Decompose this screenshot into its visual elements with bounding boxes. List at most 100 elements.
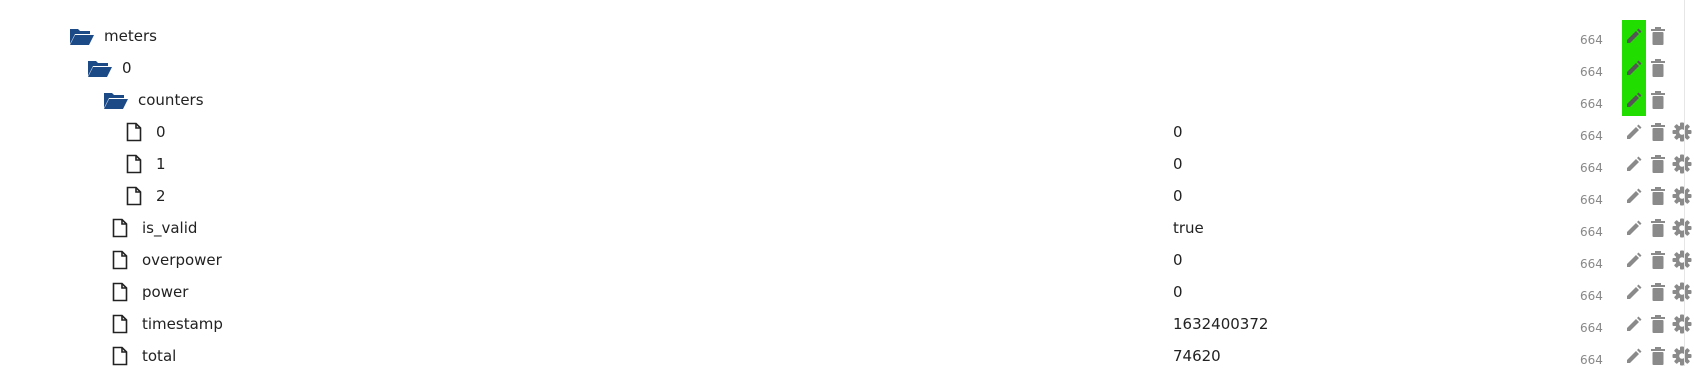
file-icon [106, 276, 134, 308]
node-value[interactable]: 0 [1173, 276, 1183, 308]
delete-button[interactable] [1646, 276, 1670, 308]
tree-node[interactable]: 0 [120, 116, 166, 148]
edit-button[interactable] [1622, 340, 1646, 372]
edit-button[interactable] [1622, 276, 1646, 308]
trash-icon [1651, 283, 1665, 301]
node-name[interactable]: counters [138, 91, 204, 109]
trash-icon [1651, 187, 1665, 205]
trash-icon [1651, 219, 1665, 237]
delete-button[interactable] [1646, 116, 1670, 148]
file-icon [120, 180, 148, 212]
edit-button[interactable] [1622, 180, 1646, 212]
node-name[interactable]: 0 [156, 123, 166, 141]
pencil-icon [1627, 284, 1642, 299]
node-value[interactable]: 0 [1173, 180, 1183, 212]
trash-icon [1651, 123, 1665, 141]
pencil-icon [1627, 156, 1642, 171]
edit-button[interactable] [1622, 148, 1646, 180]
tree-node[interactable]: total [106, 340, 176, 372]
row-actions [1622, 84, 1670, 116]
folder-open-icon[interactable] [68, 20, 96, 52]
delete-button[interactable] [1646, 244, 1670, 276]
tree-node[interactable]: power [106, 276, 188, 308]
delete-button[interactable] [1646, 340, 1670, 372]
tree-row-meters[interactable]: meters 664 [0, 20, 1695, 52]
file-icon [106, 212, 134, 244]
tree-node[interactable]: 0 [86, 52, 132, 84]
tree-row-total[interactable]: total 74620 664 [0, 340, 1695, 372]
node-name[interactable]: 1 [156, 155, 166, 173]
trash-icon [1651, 91, 1665, 109]
trash-icon [1651, 27, 1665, 45]
tree-row-power[interactable]: power 0 664 [0, 276, 1695, 308]
trash-icon [1651, 251, 1665, 269]
delete-button[interactable] [1646, 308, 1670, 340]
pencil-icon [1627, 348, 1642, 363]
file-icon [120, 148, 148, 180]
pencil-icon [1627, 316, 1642, 331]
pencil-icon [1627, 220, 1642, 235]
file-icon [106, 308, 134, 340]
pencil-icon [1627, 28, 1642, 43]
permission-label: 664 [1580, 353, 1603, 367]
pencil-icon [1627, 252, 1642, 267]
object-tree: meters 664 0 664 counters 664 0 0 664 1 … [0, 20, 1695, 372]
node-name[interactable]: meters [104, 27, 157, 45]
tree-row-counter-1[interactable]: 1 0 664 [0, 148, 1695, 180]
edit-button[interactable] [1622, 116, 1646, 148]
folder-open-icon[interactable] [86, 52, 114, 84]
pencil-icon [1627, 60, 1642, 75]
tree-row-0[interactable]: 0 664 [0, 52, 1695, 84]
tree-node[interactable]: timestamp [106, 308, 223, 340]
tree-row-overpower[interactable]: overpower 0 664 [0, 244, 1695, 276]
delete-button[interactable] [1646, 84, 1670, 116]
row-actions [1622, 20, 1670, 52]
file-icon [106, 340, 134, 372]
trash-icon [1651, 59, 1665, 77]
tree-row-counter-0[interactable]: 0 0 664 [0, 116, 1695, 148]
node-name[interactable]: total [142, 347, 176, 365]
node-value[interactable]: 0 [1173, 116, 1183, 148]
node-value[interactable]: 0 [1173, 244, 1183, 276]
node-name[interactable]: power [142, 283, 188, 301]
tree-node[interactable]: overpower [106, 244, 222, 276]
pencil-icon [1627, 92, 1642, 107]
delete-button[interactable] [1646, 20, 1670, 52]
tree-row-counters[interactable]: counters 664 [0, 84, 1695, 116]
pencil-icon [1627, 124, 1642, 139]
node-name[interactable]: timestamp [142, 315, 223, 333]
delete-button[interactable] [1646, 212, 1670, 244]
trash-icon [1651, 155, 1665, 173]
right-panel-edge [1684, 0, 1695, 366]
edit-button[interactable] [1622, 212, 1646, 244]
node-value[interactable]: 1632400372 [1173, 308, 1268, 340]
folder-open-icon[interactable] [102, 84, 130, 116]
tree-node[interactable]: counters [102, 84, 204, 116]
trash-icon [1651, 347, 1665, 365]
delete-button[interactable] [1646, 148, 1670, 180]
tree-row-counter-2[interactable]: 2 0 664 [0, 180, 1695, 212]
edit-button[interactable] [1622, 244, 1646, 276]
tree-node[interactable]: meters [68, 20, 157, 52]
tree-node[interactable]: 1 [120, 148, 166, 180]
tree-row-timestamp[interactable]: timestamp 1632400372 664 [0, 308, 1695, 340]
node-name[interactable]: overpower [142, 251, 222, 269]
file-icon [120, 116, 148, 148]
edit-button[interactable] [1622, 52, 1646, 84]
file-icon [106, 244, 134, 276]
node-name[interactable]: 2 [156, 187, 166, 205]
node-name[interactable]: 0 [122, 59, 132, 77]
node-value[interactable]: 74620 [1173, 340, 1221, 372]
node-value[interactable]: true [1173, 212, 1204, 244]
edit-button[interactable] [1622, 308, 1646, 340]
tree-node[interactable]: is_valid [106, 212, 197, 244]
edit-button[interactable] [1622, 84, 1646, 116]
node-name[interactable]: is_valid [142, 219, 197, 237]
edit-button[interactable] [1622, 20, 1646, 52]
node-value[interactable]: 0 [1173, 148, 1183, 180]
delete-button[interactable] [1646, 52, 1670, 84]
delete-button[interactable] [1646, 180, 1670, 212]
tree-row-is-valid[interactable]: is_valid true 664 [0, 212, 1695, 244]
tree-node[interactable]: 2 [120, 180, 166, 212]
trash-icon [1651, 315, 1665, 333]
